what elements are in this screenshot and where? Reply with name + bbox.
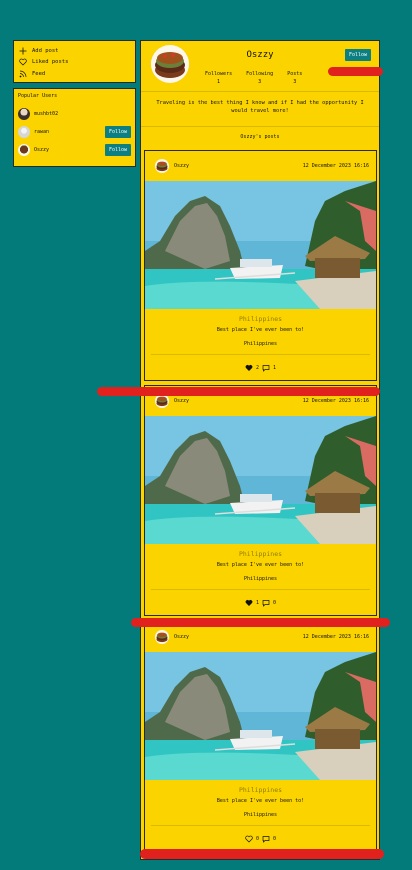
posts-label: Posts [287, 71, 303, 77]
avatar[interactable] [155, 159, 169, 173]
profile-follow-button[interactable]: Follow [344, 49, 371, 61]
popular-user-name[interactable]: Oszzy [34, 147, 105, 153]
comment-icon[interactable] [262, 599, 270, 607]
heart-filled-icon[interactable] [245, 599, 253, 607]
follow-button[interactable]: Follow [104, 126, 131, 138]
followers-count: 1 [217, 79, 221, 85]
post-actions: 2 1 [151, 354, 370, 374]
post-tag[interactable]: Philippines [145, 812, 376, 818]
post-location: Philippines [238, 786, 283, 794]
popular-users-panel: Popular Users mushbt02 rawan Follow Oszz… [13, 88, 136, 167]
comment-count: 1 [273, 365, 277, 371]
followers-label: Followers [205, 71, 233, 77]
avatar[interactable] [18, 108, 30, 120]
rss-icon [19, 70, 27, 78]
annotation-stroke [97, 387, 380, 396]
liked-posts-label: Liked posts [32, 59, 69, 66]
post-card: Oszzy 12 December 2023 16:16 Philippines… [144, 621, 377, 852]
avatar[interactable] [155, 394, 169, 408]
post-date: 12 December 2023 16:16 [302, 163, 369, 169]
add-post-link[interactable]: Add post [19, 45, 130, 57]
post-card: Oszzy 12 December 2023 16:16 Philippines… [144, 385, 377, 616]
post-author[interactable]: Oszzy [174, 163, 303, 169]
popular-user-row: mushbt02 [18, 105, 131, 123]
post-tag[interactable]: Philippines [145, 341, 376, 347]
annotation-stroke [140, 849, 384, 859]
post-description: Best place I've ever been to! [216, 798, 305, 804]
post-actions: 1 0 [151, 589, 370, 609]
annotation-stroke [131, 618, 390, 627]
post-author[interactable]: Oszzy [174, 398, 303, 404]
like-count: 2 [255, 365, 259, 371]
comment-icon[interactable] [262, 364, 270, 372]
post-image[interactable] [145, 416, 376, 544]
post-date: 12 December 2023 16:16 [302, 398, 369, 404]
post-image[interactable] [145, 652, 376, 780]
comment-count: 0 [273, 600, 277, 606]
profile-panel: Oszzy Follow Followers 1 Following 3 Posts… [140, 40, 380, 860]
post-author[interactable]: Oszzy [174, 634, 303, 640]
plus-icon [19, 47, 27, 55]
posts-stat: Posts 3 [287, 71, 302, 85]
post-image[interactable] [145, 181, 376, 309]
popular-user-name[interactable]: rawan [34, 129, 105, 135]
post-location: Philippines [238, 550, 283, 558]
like-count: 0 [255, 836, 259, 842]
profile-header: Oszzy Follow Followers 1 Following 3 Posts… [141, 41, 379, 91]
popular-user-row: Oszzy Follow [18, 141, 131, 159]
posts-count: 3 [293, 79, 297, 85]
feed-link[interactable]: Feed [19, 68, 130, 80]
following-count: 3 [258, 79, 262, 85]
like-count: 1 [255, 600, 259, 606]
heart-outline-icon [19, 58, 27, 66]
avatar[interactable] [18, 144, 30, 156]
comment-icon[interactable] [262, 835, 270, 843]
annotation-stroke [328, 67, 383, 76]
side-menu: Add post Liked posts Feed [13, 40, 136, 83]
feed-label: Feed [32, 70, 46, 77]
post-location: Philippines [238, 315, 283, 323]
avatar[interactable] [155, 630, 169, 644]
following-stat[interactable]: Following 3 [246, 71, 273, 85]
liked-posts-link[interactable]: Liked posts [19, 57, 130, 69]
popular-users-title: Popular Users [18, 93, 58, 99]
profile-username: Oszzy [246, 50, 274, 60]
popular-user-name[interactable]: mushbt02 [34, 111, 131, 117]
post-description: Best place I've ever been to! [216, 327, 305, 333]
followers-stat[interactable]: Followers 1 [205, 71, 232, 85]
heart-filled-icon[interactable] [245, 364, 253, 372]
post-card: Oszzy 12 December 2023 16:16 Philippines… [144, 150, 377, 381]
popular-user-row: rawan Follow [18, 123, 131, 141]
post-description: Best place I've ever been to! [216, 562, 305, 568]
add-post-label: Add post [32, 47, 59, 54]
avatar[interactable] [18, 126, 30, 138]
post-header: Oszzy 12 December 2023 16:16 [145, 151, 376, 181]
heart-outline-icon[interactable] [245, 835, 253, 843]
profile-stats: Followers 1 Following 3 Posts 3 [205, 71, 302, 85]
profile-bio: Traveling is the best thing I know and i… [156, 100, 364, 114]
post-date: 12 December 2023 16:16 [302, 634, 369, 640]
comment-count: 0 [273, 836, 277, 842]
post-actions: 0 0 [151, 825, 370, 845]
follow-button[interactable]: Follow [104, 144, 131, 156]
following-label: Following [246, 71, 274, 77]
post-tag[interactable]: Philippines [145, 576, 376, 582]
posts-heading: Oszzy's posts [240, 134, 280, 140]
